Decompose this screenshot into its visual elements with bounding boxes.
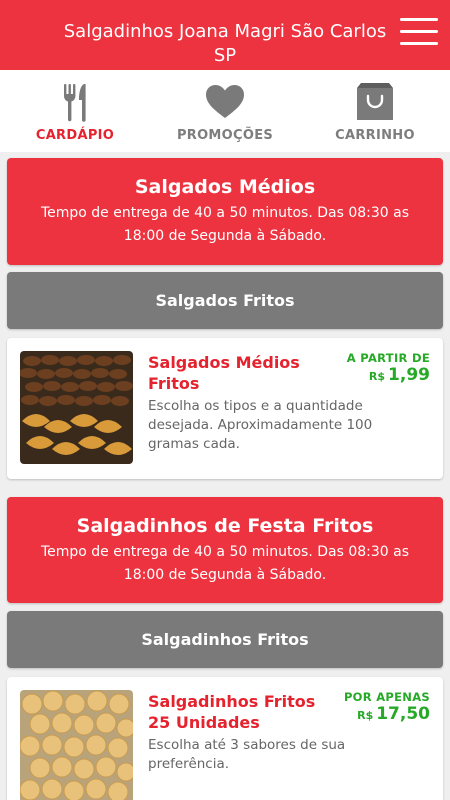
hamburger-menu-icon[interactable] [400, 17, 438, 47]
price-value: 1,99 [388, 365, 430, 385]
product-image [20, 690, 133, 800]
product-price: R$ 1,99 [369, 365, 430, 385]
page-title: Salgadinhos Joana Magri São Carlos SP [63, 21, 387, 66]
price-value: 17,50 [376, 704, 430, 724]
tab-label: CARDÁPIO [35, 128, 115, 143]
tab-label: PROMOÇÕES [176, 128, 274, 143]
subcategory-header[interactable]: Salgadinhos Fritos [7, 611, 443, 668]
category-title: Salgados Médios [134, 176, 316, 198]
category-description: Tempo de entrega de 40 a 50 minutos. Das… [40, 544, 410, 583]
tab-bar: CARDÁPIO PROMOÇÕES CARRINHO [0, 70, 450, 152]
product-image [20, 351, 133, 464]
heart-icon [206, 85, 244, 118]
tab-cardapio[interactable]: CARDÁPIO [0, 70, 150, 152]
category-title: Salgadinhos de Festa Fritos [76, 515, 374, 537]
subcategory-header[interactable]: Salgados Fritos [7, 272, 443, 329]
category-description: Tempo de entrega de 40 a 50 minutos. Das… [40, 205, 410, 244]
menu-content: Salgados Médios Tempo de entrega de 40 a… [0, 152, 450, 800]
product-name: Salgados Médios Fritos [148, 353, 300, 393]
shopping-bag-icon [357, 83, 393, 120]
tab-promocoes[interactable]: PROMOÇÕES [150, 70, 300, 152]
price-label: POR APENAS [343, 690, 430, 704]
fork-knife-icon [64, 84, 86, 122]
app-header: Salgadinhos Joana Magri São Carlos SP [0, 0, 450, 70]
price-label: A PARTIR DE [346, 351, 430, 365]
currency-symbol: R$ [357, 709, 374, 722]
product-price: R$ 17,50 [357, 704, 430, 724]
product-description: Escolha até 3 sabores de sua preferência… [148, 737, 346, 772]
currency-symbol: R$ [368, 370, 386, 383]
tab-carrinho[interactable]: CARRINHO [300, 70, 450, 152]
product-card[interactable]: Salgadinhos Fritos 25 Unidades Escolha a… [7, 677, 443, 800]
product-name: Salgadinhos Fritos 25 Unidades [148, 692, 316, 732]
category-card[interactable]: Salgadinhos de Festa Fritos Tempo de ent… [7, 497, 443, 603]
category-card[interactable]: Salgados Médios Tempo de entrega de 40 a… [7, 158, 443, 265]
product-description: Escolha os tipos e a quantidade desejada… [148, 398, 373, 452]
tab-label: CARRINHO [335, 128, 415, 143]
product-card[interactable]: Salgados Médios Fritos Escolha os tipos … [7, 338, 443, 479]
